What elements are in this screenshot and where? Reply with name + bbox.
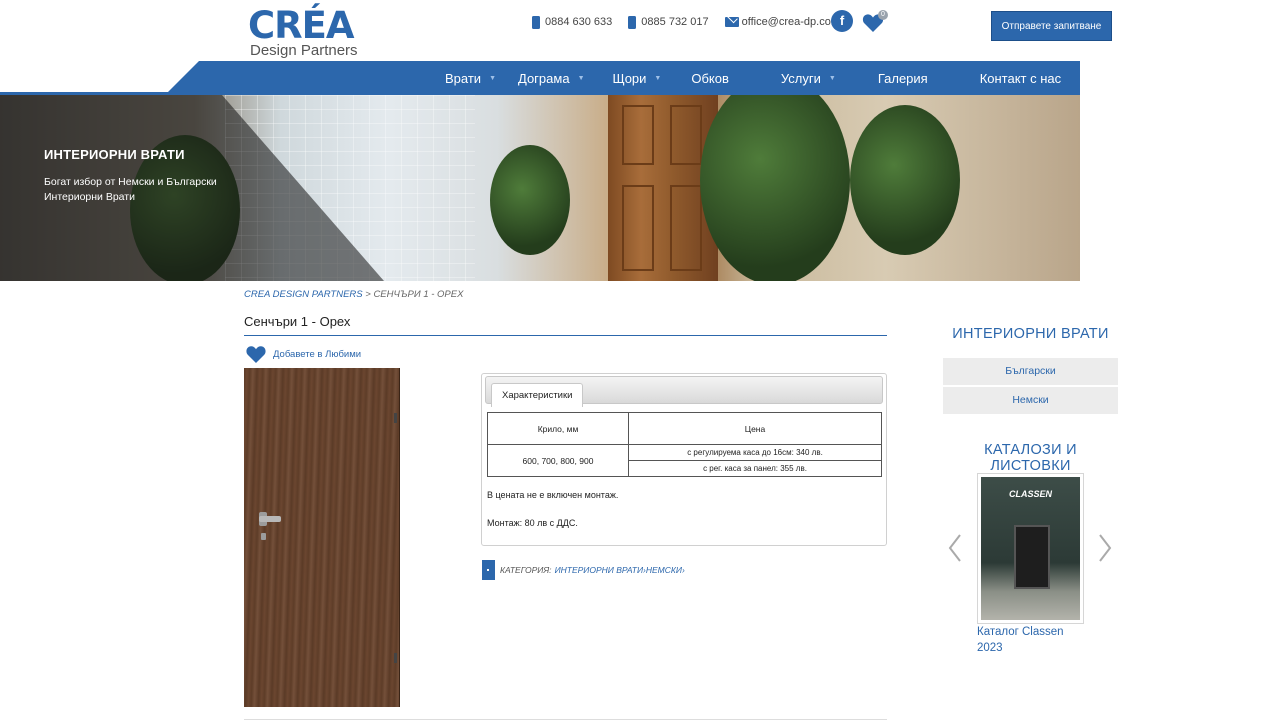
add-to-favorites-link[interactable]: Добавете в Любими — [245, 345, 361, 363]
door-panel — [670, 105, 702, 165]
contact-bar: 0884 630 633 0885 732 017 office@crea-dp… — [532, 14, 856, 30]
catalog-card[interactable]: CLASSEN — [977, 473, 1084, 624]
nav-item-label: Дограма — [518, 70, 570, 86]
plant — [700, 95, 850, 281]
nav-item-windows[interactable]: Дограма ▼ — [518, 71, 585, 86]
phone-1[interactable]: 0884 630 633 — [532, 15, 613, 29]
plant — [850, 105, 960, 255]
door-panel — [622, 105, 654, 165]
phone-1-text: 0884 630 633 — [545, 16, 613, 28]
chevron-down-icon: ▼ — [828, 74, 836, 82]
heart-icon — [246, 346, 266, 363]
door-hinge — [394, 413, 397, 423]
table-cell-price: с рег. каса за панел: 355 лв. — [628, 460, 882, 477]
door-keyhole — [261, 533, 266, 540]
email-link[interactable]: office@crea-dp.com — [724, 16, 840, 28]
phone-2[interactable]: 0885 732 017 — [628, 15, 709, 29]
chevron-down-icon: ▼ — [654, 74, 662, 82]
sidebar-heading-catalogs: КАТАЛОЗИ И ЛИСТОВКИ — [984, 442, 1077, 474]
hero-text: Богат избор от Немски и Български Интери… — [44, 176, 217, 203]
mail-icon — [724, 17, 739, 27]
send-inquiry-button[interactable]: Отправете запитване — [991, 11, 1112, 41]
logo-tagline: Design Partners — [250, 42, 358, 59]
add-to-favorites-label: Добавете в Любими — [273, 348, 362, 360]
folder-icon — [482, 560, 495, 580]
catalog-caption-link[interactable]: Каталог Classen 2023 — [977, 624, 1087, 656]
category-label: КАТЕГОРИЯ: — [500, 565, 552, 575]
facebook-icon[interactable]: f — [831, 10, 853, 32]
product-image[interactable] — [244, 368, 400, 707]
title-divider — [244, 335, 887, 336]
phone-icon — [628, 15, 637, 29]
site-logo[interactable]: CRÉA Design Partners — [248, 6, 363, 60]
table-cell-price: с регулируема каса до 16см: 340 лв. — [628, 444, 882, 461]
sidebar-item-german[interactable]: Немски — [943, 387, 1118, 414]
main-nav: Врати ▼ Дограма ▼ Щори ▼ Обков Услуги ▼ Гале… — [430, 61, 1061, 95]
favorites-button[interactable]: 0 — [862, 10, 888, 33]
note-installation: В цената не е включен монтаж. — [487, 490, 619, 500]
nav-item-doors[interactable]: Врати ▼ — [445, 71, 496, 86]
page-title: Сенчъри 1 - Орех — [244, 314, 351, 329]
door-panel — [622, 185, 654, 271]
favorites-count-badge: 0 — [878, 10, 888, 20]
hero-title: ИНТЕРИОРНИ ВРАТИ — [44, 147, 185, 162]
sidebar-item-bulgarian[interactable]: Български — [943, 358, 1118, 385]
phone-icon — [532, 15, 540, 29]
hero-banner: ИНТЕРИОРНИ ВРАТИ Богат избор от Немски и… — [0, 95, 1080, 281]
table-header: Крило, мм — [487, 412, 629, 445]
chevron-down-icon: ▼ — [577, 74, 585, 82]
carousel-next-icon[interactable] — [1098, 534, 1112, 562]
nav-item-hardware[interactable]: Обков — [691, 71, 729, 86]
breadcrumb-current: СЕНЧЪРИ 1 - ОРЕХ — [373, 289, 464, 300]
nav-item-contact[interactable]: Контакт с нас — [980, 71, 1061, 86]
door-hinge — [394, 653, 397, 663]
sidebar-heading-doors: ИНТЕРИОРНИ ВРАТИ — [952, 326, 1109, 342]
breadcrumb-separator: > — [362, 289, 374, 300]
nav-item-services[interactable]: Услуги ▼ — [781, 71, 836, 86]
nav-item-label: Врати — [445, 70, 482, 86]
tabs-header: Характеристики — [485, 376, 883, 407]
phone-2-text: 0885 732 017 — [641, 16, 709, 28]
nav-item-gallery[interactable]: Галерия — [878, 71, 928, 86]
tab-characteristics[interactable]: Характеристики — [491, 383, 584, 407]
plant — [490, 145, 570, 255]
breadcrumb-home-link[interactable]: CREA DESIGN PARTNERS — [244, 289, 363, 300]
door-panel — [670, 185, 702, 271]
nav-item-label: Контакт с нас — [979, 70, 1062, 86]
product-tabs: Характеристики Крило, мм Цена 600, 700, … — [481, 373, 887, 546]
nav-item-label: Обков — [691, 70, 729, 86]
email-text: office@crea-dp.com — [741, 16, 840, 28]
carousel-prev-icon[interactable] — [948, 534, 962, 562]
category-links[interactable]: ИНТЕРИОРНИ ВРАТИ›НЕМСКИ› — [555, 565, 685, 575]
category-meta: КАТЕГОРИЯ: ИНТЕРИОРНИ ВРАТИ›НЕМСКИ› — [482, 560, 685, 580]
logo-wordmark: CRÉA — [248, 4, 355, 47]
catalog-cover-image: CLASSEN — [981, 477, 1080, 620]
catalog-door-image — [1014, 525, 1050, 589]
nav-item-label: Услуги — [780, 70, 821, 86]
nav-item-label: Галерия — [877, 70, 928, 86]
catalog-brand-logo: CLASSEN — [1008, 489, 1052, 499]
note-mounting-price: Монтаж: 80 лв с ДДС. — [487, 518, 578, 528]
nav-item-label: Щори — [612, 70, 647, 86]
spec-table: Крило, мм Цена 600, 700, 800, 900 с регу… — [487, 412, 882, 477]
door-handle — [259, 516, 281, 522]
breadcrumb: CREA DESIGN PARTNERS > СЕНЧЪРИ 1 - ОРЕХ — [244, 289, 463, 300]
nav-item-blinds[interactable]: Щори ▼ — [613, 71, 662, 86]
table-header: Цена — [628, 412, 882, 445]
content-bottom-divider — [244, 719, 887, 720]
table-cell-sizes: 600, 700, 800, 900 — [487, 444, 629, 477]
chevron-down-icon: ▼ — [489, 74, 496, 82]
